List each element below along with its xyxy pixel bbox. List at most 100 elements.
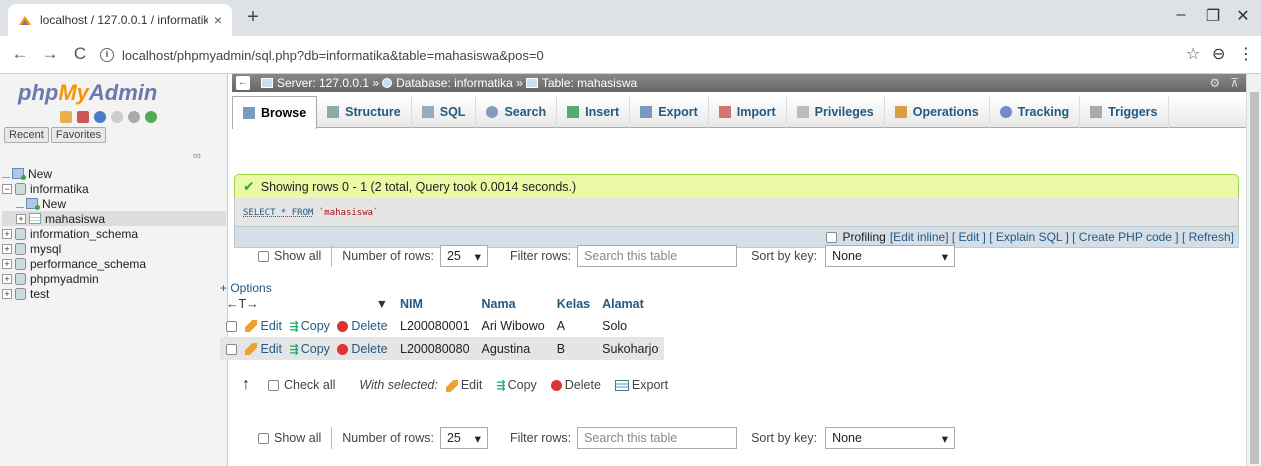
tab-sql[interactable]: SQL xyxy=(412,96,477,128)
tab-privileges[interactable]: Privileges xyxy=(787,96,885,128)
rows-select[interactable]: 25 ▾ xyxy=(439,245,488,267)
tab-export[interactable]: Export xyxy=(630,96,709,128)
tree-item-performance-schema[interactable]: + performance_schema xyxy=(2,256,226,271)
edit-action[interactable]: Edit xyxy=(245,342,282,356)
copy-action[interactable]: ⇶ Copy xyxy=(290,342,330,356)
column-alamat[interactable]: Alamat xyxy=(596,294,664,314)
tree-item-informatika[interactable]: − informatika xyxy=(2,181,226,196)
tab-tracking[interactable]: Tracking xyxy=(990,96,1081,128)
expand-icon[interactable]: + xyxy=(2,273,12,284)
edit-action[interactable]: Edit xyxy=(245,319,282,333)
collapse-header-icon[interactable]: ⊼ xyxy=(1230,76,1239,90)
cell-nim[interactable]: L200080080 xyxy=(394,337,476,360)
row-checkbox[interactable] xyxy=(226,343,237,355)
profile-icon[interactable]: ⊖ xyxy=(1212,44,1225,64)
breadcrumb-database[interactable]: Database: informatika » xyxy=(396,76,523,90)
forward-button[interactable]: → xyxy=(38,44,62,64)
profiling-checkbox[interactable] xyxy=(826,231,838,243)
sort-by-key-select[interactable]: None ▾ xyxy=(825,245,956,267)
expand-icon[interactable]: + xyxy=(16,213,26,224)
cell-nim[interactable]: L200080001 xyxy=(394,314,476,337)
bulk-delete-button[interactable]: Delete xyxy=(550,378,601,392)
options-link[interactable]: + Options xyxy=(220,281,272,295)
reload-button[interactable]: C xyxy=(68,44,92,64)
cell-alamat[interactable]: Solo xyxy=(596,314,664,337)
tab-structure[interactable]: Structure xyxy=(317,96,412,128)
check-all-checkbox[interactable] xyxy=(268,379,279,391)
tree-item-new[interactable]: New xyxy=(2,166,226,181)
tab-browse[interactable]: Browse xyxy=(232,96,318,129)
maximize-button[interactable]: ❐ xyxy=(1198,6,1228,26)
bulk-export-button[interactable]: Export xyxy=(614,378,668,392)
filter-rows-input[interactable]: Search this table xyxy=(577,427,738,449)
window-close-button[interactable]: ✕ xyxy=(1228,6,1258,26)
tab-close-icon[interactable]: × xyxy=(214,12,222,28)
tree-item-test[interactable]: + test xyxy=(2,286,226,301)
minimize-button[interactable]: – xyxy=(1166,6,1196,24)
help-icon[interactable] xyxy=(94,111,106,123)
home-icon[interactable] xyxy=(60,111,72,123)
rows-select[interactable]: 25 ▾ xyxy=(439,427,488,449)
tab-insert[interactable]: Insert xyxy=(557,96,631,128)
column-nim[interactable]: NIM xyxy=(394,294,476,314)
collapse-icon[interactable]: − xyxy=(2,183,12,194)
query-action-links[interactable]: [Edit inline] [ Edit ] [ Explain SQL ] [… xyxy=(890,230,1234,244)
scrollbar-thumb[interactable] xyxy=(1250,92,1259,464)
vertical-scrollbar[interactable] xyxy=(1246,74,1261,466)
logout-icon[interactable] xyxy=(77,111,89,123)
row-checkbox[interactable] xyxy=(226,320,237,332)
expand-icon[interactable]: + xyxy=(2,228,12,239)
link-with-main-panel-icon[interactable]: ∞ xyxy=(193,150,201,162)
cell-nama[interactable]: Agustina xyxy=(475,337,551,360)
delete-action[interactable]: Delete xyxy=(337,319,388,333)
column-resize-header[interactable]: ←T→ ▼ xyxy=(220,294,394,314)
bulk-copy-button[interactable]: ⇶ Copy xyxy=(496,378,536,392)
filter-rows-input[interactable]: Search this table xyxy=(577,245,738,267)
browser-menu-icon[interactable]: ⋮ xyxy=(1238,44,1254,64)
show-all-checkbox[interactable] xyxy=(258,250,269,262)
expand-icon[interactable]: + xyxy=(2,243,12,254)
bulk-edit-button[interactable]: Edit xyxy=(445,378,482,392)
sort-by-key-select[interactable]: None ▾ xyxy=(825,427,956,449)
back-button[interactable]: ← xyxy=(8,44,32,64)
favorites-tab[interactable]: Favorites xyxy=(50,127,107,143)
cell-nama[interactable]: Ari Wibowo xyxy=(476,314,551,337)
tree-item-phpmyadmin[interactable]: + phpmyadmin xyxy=(2,271,226,286)
tree-item-mysql[interactable]: + mysql xyxy=(2,241,226,256)
reload-navigation-icon[interactable] xyxy=(145,111,157,123)
collapse-panel-icon[interactable]: ← xyxy=(236,76,250,90)
check-all-label[interactable]: Check all xyxy=(284,378,335,392)
address-bar[interactable]: i localhost/phpmyadmin/sql.php?db=inform… xyxy=(100,42,1200,68)
sql-keyword[interactable]: SELECT * FROM xyxy=(243,208,313,218)
tab-operations[interactable]: Operations xyxy=(885,96,990,128)
show-all-checkbox[interactable] xyxy=(258,432,269,444)
expand-icon[interactable]: + xyxy=(2,258,12,269)
new-tab-button[interactable]: + xyxy=(240,6,266,29)
phpmyadmin-logo[interactable]: phpMyAdmin xyxy=(18,80,157,106)
info-icon[interactable]: i xyxy=(100,48,114,62)
tree-item-informatika-new[interactable]: New xyxy=(2,196,226,211)
delete-action[interactable]: Delete xyxy=(337,342,388,356)
tab-triggers[interactable]: Triggers xyxy=(1080,96,1169,128)
settings-gear-icon[interactable]: ⚙ xyxy=(1209,76,1220,90)
copy-action[interactable]: ⇶ Copy xyxy=(290,319,330,333)
recent-tab[interactable]: Recent xyxy=(4,127,49,143)
cell-kelas[interactable]: B xyxy=(550,337,597,360)
tree-item-mahasiswa[interactable]: + mahasiswa xyxy=(2,211,226,226)
column-kelas[interactable]: Kelas xyxy=(551,294,596,314)
sql-query-box[interactable]: SELECT * FROM `mahasiswa` xyxy=(234,198,1239,226)
column-nama[interactable]: Nama xyxy=(476,294,551,314)
browser-tab[interactable]: localhost / 127.0.0.1 / informatika × xyxy=(8,4,232,36)
tab-search[interactable]: Search xyxy=(476,96,558,128)
expand-icon[interactable]: + xyxy=(2,288,12,299)
docs-icon[interactable] xyxy=(111,111,123,123)
sort-caret-icon[interactable]: ▼ xyxy=(376,297,388,311)
bookmark-star-icon[interactable]: ☆ xyxy=(1186,44,1200,64)
tree-item-information-schema[interactable]: + information_schema xyxy=(2,226,226,241)
breadcrumb-server[interactable]: Server: 127.0.0.1 » xyxy=(277,76,379,90)
breadcrumb-table[interactable]: Table: mahasiswa xyxy=(542,76,637,90)
settings-gear-icon[interactable] xyxy=(128,111,140,123)
cell-kelas[interactable]: A xyxy=(551,314,596,337)
tab-import[interactable]: Import xyxy=(709,96,787,128)
cell-alamat[interactable]: Sukoharjo xyxy=(596,337,665,360)
